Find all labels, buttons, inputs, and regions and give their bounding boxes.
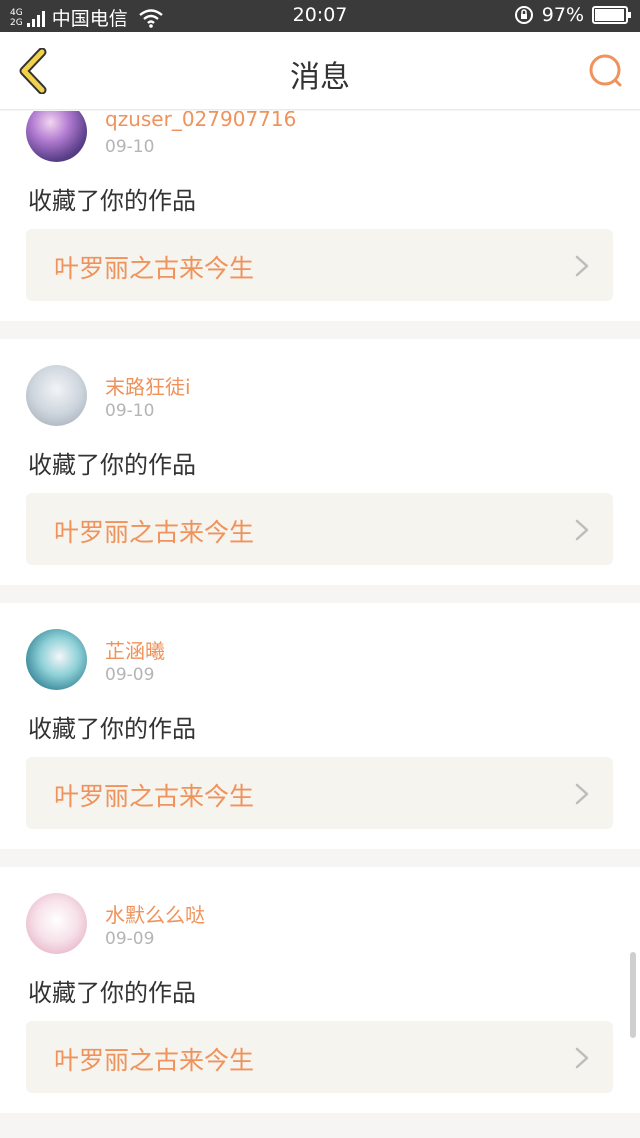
work-title: 叶罗丽之古来今生 — [54, 518, 255, 547]
scrollbar[interactable] — [630, 952, 636, 1038]
message-action: 收藏了你的作品 — [28, 979, 196, 1007]
message-card: 末路狂徒i 09-10 收藏了你的作品 叶罗丽之古来今生 — [0, 339, 640, 585]
message-action: 收藏了你的作品 — [28, 451, 196, 479]
avatar[interactable] — [26, 629, 87, 690]
chevron-right-icon — [575, 1047, 589, 1069]
message-date: 09-09 — [105, 665, 155, 685]
work-title: 叶罗丽之古来今生 — [54, 1046, 255, 1075]
work-title: 叶罗丽之古来今生 — [54, 254, 255, 283]
username[interactable]: 水默么么哒 — [105, 899, 205, 928]
message-action: 收藏了你的作品 — [28, 715, 196, 743]
rotation-lock-icon — [514, 6, 533, 24]
username[interactable]: 芷涵曦 — [105, 635, 165, 664]
message-card: 芷涵曦 09-09 收藏了你的作品 叶罗丽之古来今生 — [0, 603, 640, 849]
message-date: 09-10 — [105, 401, 155, 421]
message-card: qzuser_027907716 09-10 收藏了你的作品 叶罗丽之古来今生 — [0, 111, 640, 321]
avatar[interactable] — [26, 111, 87, 162]
work-link[interactable]: 叶罗丽之古来今生 — [26, 229, 613, 301]
avatar[interactable] — [26, 893, 87, 954]
message-date: 09-09 — [105, 929, 155, 949]
battery-percent: 97% — [541, 4, 584, 26]
message-list-content: qzuser_027907716 09-10 收藏了你的作品 叶罗丽之古来今生 … — [0, 111, 640, 1131]
work-title: 叶罗丽之古来今生 — [54, 782, 255, 811]
search-button[interactable] — [586, 52, 626, 92]
work-link[interactable]: 叶罗丽之古来今生 — [26, 1021, 613, 1093]
search-icon — [589, 54, 622, 87]
username[interactable]: qzuser_027907716 — [105, 111, 296, 131]
work-link[interactable]: 叶罗丽之古来今生 — [26, 493, 613, 565]
battery-level — [595, 9, 625, 21]
header: 消息 — [0, 32, 640, 110]
username[interactable]: 末路狂徒i — [105, 371, 191, 400]
work-link[interactable]: 叶罗丽之古来今生 — [26, 757, 613, 829]
chevron-right-icon — [575, 519, 589, 541]
message-card: 水默么么哒 09-09 收藏了你的作品 叶罗丽之古来今生 — [0, 867, 640, 1113]
message-date: 09-10 — [105, 137, 155, 157]
message-list[interactable]: qzuser_027907716 09-10 收藏了你的作品 叶罗丽之古来今生 … — [0, 111, 640, 1138]
chevron-right-icon — [575, 783, 589, 805]
message-action: 收藏了你的作品 — [28, 187, 196, 215]
page-title: 消息 — [290, 60, 350, 95]
chevron-right-icon — [575, 255, 589, 277]
battery-icon — [592, 6, 631, 24]
status-right: 97% — [514, 4, 631, 26]
status-bar: 4G 2G 中国电信 20:07 97% — [0, 0, 640, 32]
avatar[interactable] — [26, 365, 87, 426]
